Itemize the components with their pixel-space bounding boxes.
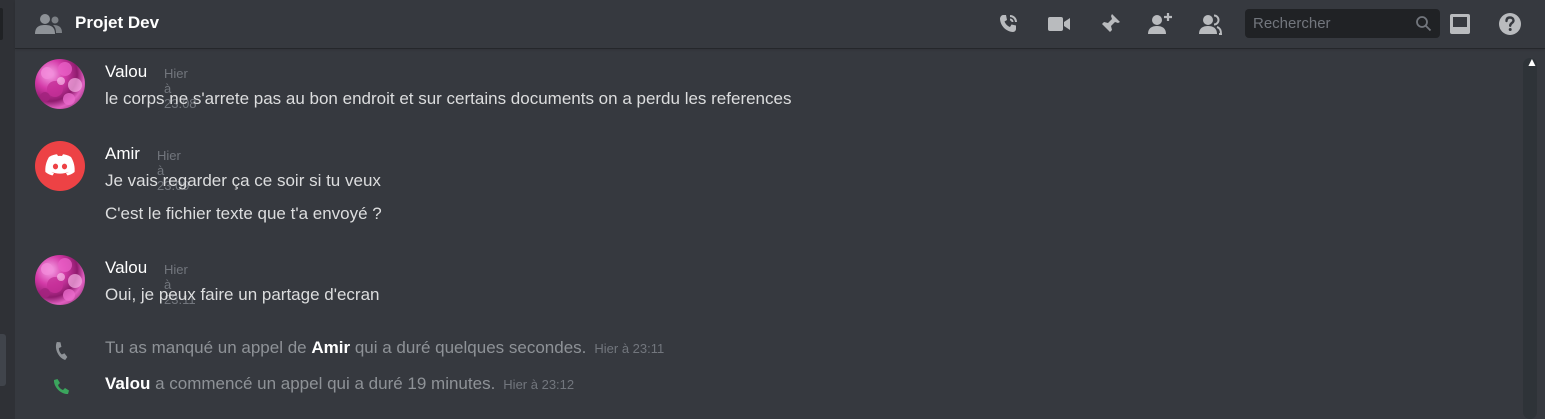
channel-header: Projet Dev [15,0,1545,48]
message-author[interactable]: Valou [105,258,147,278]
avatar[interactable] [35,255,85,305]
system-text: Tu as manqué un appel de [105,338,312,357]
message-author[interactable]: Valou [105,62,147,82]
server-sidebar-edge [0,0,15,419]
call-started-icon [50,376,72,398]
system-user[interactable]: Amir [311,338,350,357]
add-member-icon[interactable] [1147,11,1173,37]
search-icon [1415,15,1432,32]
message-content: Je vais regarder ça ce soir si tu veux [105,171,381,190]
system-timestamp: Hier à 23:11 [594,341,665,356]
inbox-icon[interactable] [1447,11,1473,37]
video-icon[interactable] [1046,11,1072,37]
system-timestamp: Hier à 23:12 [503,377,575,392]
channel-title: Projet Dev [75,13,160,32]
message-content: C'est le fichier texte que t'a envoyé ? [105,204,382,223]
pin-icon[interactable] [1097,11,1123,37]
missed-call-icon [50,340,72,362]
sidebar-indicator-lower [0,334,6,386]
search-input[interactable] [1245,9,1421,38]
system-text: a commencé un appel qui a duré 19 minute… [150,374,496,393]
discord-logo-icon [45,154,75,176]
system-text: qui a duré quelques secondes. [350,338,587,357]
message-author[interactable]: Amir [105,144,140,164]
scroll-up-arrow[interactable]: ▲ [1526,56,1538,68]
sidebar-indicator [0,8,3,40]
members-icon[interactable] [1197,11,1223,37]
system-user[interactable]: Valou [105,374,150,393]
system-message-text: Valou a commencé un appel qui a duré 19 … [105,374,574,394]
message-content: le corps ne s'arrete pas au bon endroit … [105,89,792,108]
avatar[interactable] [35,59,85,109]
help-icon[interactable] [1497,11,1523,37]
scrollbar-track[interactable] [1523,58,1537,419]
message-content: Oui, je peux faire un partage d'ecran [105,285,380,304]
search-bar[interactable] [1245,9,1440,38]
group-dm-icon [35,12,63,36]
system-message-text: Tu as manqué un appel de Amir qui a duré… [105,338,664,358]
avatar[interactable] [35,141,85,191]
call-icon[interactable] [995,11,1021,37]
